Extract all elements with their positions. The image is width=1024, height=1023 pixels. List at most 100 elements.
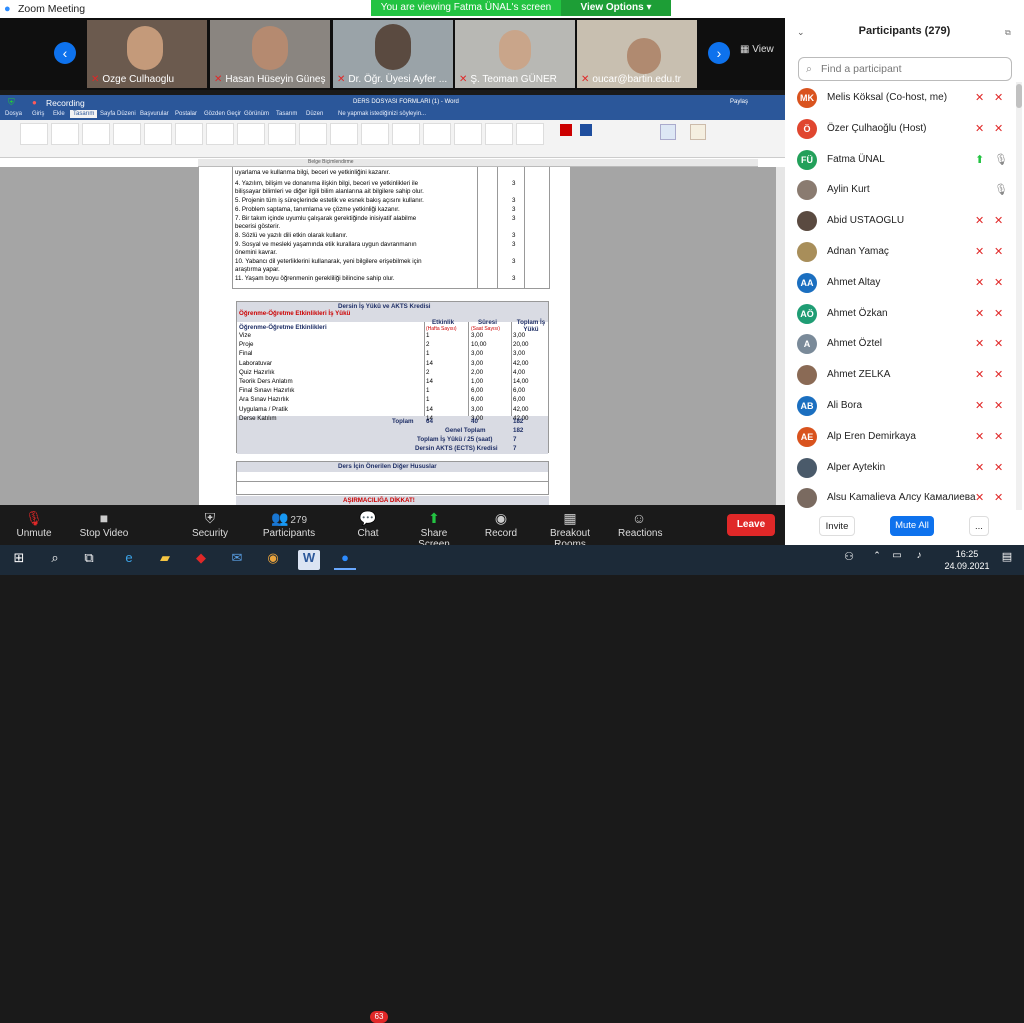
- muted-mic-icon[interactable]: ✕: [975, 337, 984, 350]
- tab-dosya[interactable]: Dosya: [5, 111, 22, 117]
- mic-icon[interactable]: 🎙: [994, 183, 1008, 196]
- page-color-icon[interactable]: [580, 124, 592, 136]
- video-off-icon[interactable]: ✕: [994, 491, 1003, 504]
- style-gallery-item[interactable]: [361, 123, 389, 145]
- style-gallery-item[interactable]: [330, 123, 358, 145]
- participant-row[interactable]: Alper Aytekin ✕ ✕: [785, 453, 1024, 483]
- video-off-icon[interactable]: ✕: [994, 399, 1003, 412]
- popout-icon[interactable]: ⧉: [1005, 28, 1011, 38]
- pdf-reader-icon[interactable]: ◆: [190, 550, 212, 570]
- participant-row[interactable]: MK Melis Köksal (Co-host, me) ✕ ✕: [785, 83, 1024, 113]
- sharing-icon[interactable]: ⬆: [975, 153, 984, 166]
- tab-gorunum[interactable]: Görünüm: [244, 111, 269, 117]
- notification-center-icon[interactable]: ▤: [996, 550, 1018, 570]
- font-color-icon[interactable]: [560, 124, 572, 136]
- video-off-icon[interactable]: ✕: [994, 368, 1003, 381]
- participant-row[interactable]: AÖ Ahmet Özkan ✕ ✕: [785, 299, 1024, 329]
- participant-row[interactable]: Ahmet ZELKA ✕ ✕: [785, 360, 1024, 390]
- style-gallery-item[interactable]: [237, 123, 265, 145]
- gallery-prev-button[interactable]: ‹: [54, 42, 76, 64]
- view-button[interactable]: ▦ View: [740, 44, 774, 55]
- chrome-browser-icon[interactable]: ◉: [262, 550, 284, 570]
- zoom-app-icon[interactable]: ●: [334, 550, 356, 570]
- chat-button[interactable]: 💬 Chat: [352, 510, 384, 539]
- muted-mic-icon[interactable]: ✕: [975, 491, 984, 504]
- tray-chevron-up-icon[interactable]: ⌃: [866, 550, 888, 570]
- mail-icon[interactable]: ✉: [226, 550, 248, 570]
- muted-mic-icon[interactable]: ✕: [975, 368, 984, 381]
- style-gallery-item[interactable]: [144, 123, 172, 145]
- participants-scrollbar[interactable]: [1016, 82, 1022, 522]
- tab-sayfa-duzeni[interactable]: Sayfa Düzeni: [100, 111, 136, 117]
- document-scrollbar[interactable]: [776, 167, 785, 505]
- mic-icon[interactable]: 🎙: [994, 153, 1008, 166]
- muted-mic-icon[interactable]: ✕: [975, 91, 984, 104]
- style-gallery-item[interactable]: [82, 123, 110, 145]
- style-gallery-item[interactable]: [206, 123, 234, 145]
- muted-mic-icon[interactable]: ✕: [975, 461, 984, 474]
- style-gallery-item[interactable]: [423, 123, 451, 145]
- participant-search-input[interactable]: ⌕ Find a participant: [798, 57, 1012, 81]
- video-off-icon[interactable]: ✕: [994, 91, 1003, 104]
- participant-row[interactable]: Ö Özer Çulhaoğlu (Host) ✕ ✕: [785, 114, 1024, 144]
- unmute-button[interactable]: 🎙 Unmute: [14, 510, 54, 539]
- video-off-icon[interactable]: ✕: [994, 122, 1003, 135]
- participant-row[interactable]: AA Ahmet Altay ✕ ✕: [785, 268, 1024, 298]
- style-gallery-item[interactable]: [20, 123, 48, 145]
- style-gallery-item[interactable]: [299, 123, 327, 145]
- style-gallery-item[interactable]: [516, 123, 544, 145]
- tab-tasarim-2[interactable]: Tasarım: [276, 111, 297, 117]
- people-tray-icon[interactable]: ⚇: [838, 550, 860, 570]
- video-tile[interactable]: ✕ Hasan Hüseyin Güneş: [210, 20, 330, 88]
- tab-ekle[interactable]: Ekle: [53, 111, 65, 117]
- stop-video-button[interactable]: ■ Stop Video: [78, 510, 130, 539]
- volume-icon[interactable]: ♪: [908, 550, 930, 570]
- participant-row[interactable]: FÜ Fatma ÜNAL ⬆ 🎙: [785, 145, 1024, 175]
- word-app-icon[interactable]: W: [298, 550, 320, 570]
- video-tile[interactable]: ✕ Ozge Culhaoglu: [87, 20, 207, 88]
- gallery-next-button[interactable]: ›: [708, 42, 730, 64]
- more-options-button[interactable]: ...: [969, 516, 989, 536]
- tab-tasarim[interactable]: Tasarım: [70, 110, 98, 118]
- muted-mic-icon[interactable]: ✕: [975, 276, 984, 289]
- muted-mic-icon[interactable]: ✕: [975, 399, 984, 412]
- video-off-icon[interactable]: ✕: [994, 276, 1003, 289]
- style-gallery-item[interactable]: [454, 123, 482, 145]
- muted-mic-icon[interactable]: ✕: [975, 430, 984, 443]
- mute-all-button[interactable]: Mute All: [890, 516, 934, 536]
- muted-mic-icon[interactable]: ✕: [975, 214, 984, 227]
- participant-row[interactable]: Abid USTAOGLU ✕ ✕: [785, 206, 1024, 236]
- network-icon[interactable]: ▭: [886, 550, 908, 570]
- style-gallery-item[interactable]: [485, 123, 513, 145]
- leave-button[interactable]: Leave: [727, 514, 775, 536]
- video-off-icon[interactable]: ✕: [994, 307, 1003, 320]
- participants-button[interactable]: 👥 279 Participants: [262, 510, 316, 539]
- video-off-icon[interactable]: ✕: [994, 245, 1003, 258]
- muted-mic-icon[interactable]: ✕: [975, 122, 984, 135]
- word-search-hint[interactable]: Ne yapmak istediğinizi söyleyin...: [338, 111, 426, 117]
- record-button[interactable]: ◉ Record: [484, 510, 518, 539]
- word-share-button[interactable]: Paylaş: [730, 99, 748, 105]
- participant-row[interactable]: Adnan Yamaç ✕ ✕: [785, 237, 1024, 267]
- search-icon[interactable]: ⌕: [44, 550, 66, 570]
- participant-row[interactable]: Aylin Kurt 🎙: [785, 175, 1024, 205]
- muted-mic-icon[interactable]: ✕: [975, 245, 984, 258]
- invite-button[interactable]: Invite: [819, 516, 855, 536]
- muted-mic-icon[interactable]: ✕: [975, 307, 984, 320]
- video-tile[interactable]: ✕ Ş. Teoman GÜNER: [455, 20, 575, 88]
- watermark-icon[interactable]: [660, 124, 676, 140]
- video-off-icon[interactable]: ✕: [994, 461, 1003, 474]
- participant-row[interactable]: A Ahmet Öztel ✕ ✕: [785, 329, 1024, 359]
- style-gallery-item[interactable]: [175, 123, 203, 145]
- style-gallery-item[interactable]: [268, 123, 296, 145]
- style-gallery-item[interactable]: [113, 123, 141, 145]
- video-tile[interactable]: ✕ oucar@bartin.edu.tr: [577, 20, 697, 88]
- security-button[interactable]: ⛨ Security: [188, 510, 232, 539]
- participant-row[interactable]: AE Alp Eren Demirkaya ✕ ✕: [785, 422, 1024, 452]
- video-off-icon[interactable]: ✕: [994, 337, 1003, 350]
- video-tile[interactable]: ✕ Dr. Öğr. Üyesi Ayfer ...: [333, 20, 453, 88]
- style-gallery-item[interactable]: [392, 123, 420, 145]
- breakout-rooms-button[interactable]: ▦Breakout Rooms: [536, 510, 604, 550]
- view-options-button[interactable]: View Options ▾: [561, 0, 671, 16]
- video-off-icon[interactable]: ✕: [994, 214, 1003, 227]
